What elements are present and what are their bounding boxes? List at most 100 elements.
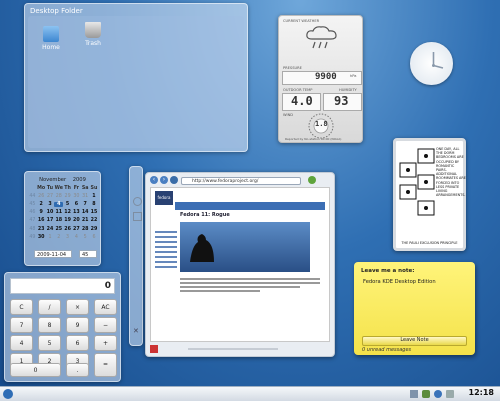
calculator-display: 0 bbox=[10, 278, 115, 294]
rotate-icon[interactable] bbox=[133, 197, 142, 206]
close-icon[interactable]: ✕ bbox=[133, 327, 139, 335]
desktop-icon-home[interactable]: Home bbox=[36, 26, 66, 51]
calendar-day[interactable]: 2 bbox=[37, 202, 46, 207]
taskbar: 12:18 bbox=[0, 386, 500, 401]
page-heading: Fedora 11: Rogue bbox=[180, 212, 230, 218]
calc-key-0[interactable]: 0 bbox=[10, 363, 61, 377]
weather-title: CURRENT WEATHER bbox=[283, 19, 320, 23]
calendar-day[interactable]: 1 bbox=[90, 194, 99, 199]
date-field[interactable]: 2009-11-04 bbox=[34, 250, 72, 258]
notifications-icon[interactable] bbox=[434, 390, 442, 398]
calendar-day[interactable]: 28 bbox=[81, 227, 90, 232]
calc-key-7[interactable]: 7 bbox=[10, 317, 33, 333]
leave-note-button[interactable]: Leave Note bbox=[362, 336, 467, 346]
calc-key-equals[interactable]: = bbox=[94, 353, 117, 377]
reload-icon[interactable] bbox=[170, 176, 178, 184]
calc-key-divide[interactable]: / bbox=[38, 299, 61, 315]
calendar-day[interactable]: 3 bbox=[63, 235, 72, 240]
calendar-day[interactable]: 27 bbox=[46, 194, 55, 199]
weekday-header: Th bbox=[64, 185, 71, 191]
calendar-day[interactable]: 1 bbox=[46, 235, 55, 240]
calendar-day[interactable]: 29 bbox=[63, 194, 72, 199]
calendar-day[interactable]: 18 bbox=[54, 218, 63, 223]
go-icon[interactable] bbox=[308, 176, 316, 184]
calendar-month[interactable]: November bbox=[39, 177, 66, 183]
bookmark-icon[interactable] bbox=[150, 345, 158, 353]
page-zoom-slider[interactable] bbox=[188, 348, 278, 350]
calc-key-6[interactable]: 6 bbox=[66, 335, 89, 351]
calendar-day[interactable]: 7 bbox=[81, 202, 90, 207]
page-sidebar-links[interactable] bbox=[155, 228, 177, 308]
desktop-icon-trash[interactable]: Trash bbox=[78, 22, 108, 47]
calendar-day[interactable]: 24 bbox=[46, 227, 55, 232]
calendar-day[interactable]: 3 bbox=[46, 202, 55, 207]
calendar-day[interactable]: 30 bbox=[37, 235, 46, 240]
calendar-day[interactable]: 11 bbox=[54, 210, 63, 215]
clipboard-icon[interactable] bbox=[446, 390, 454, 398]
calc-key-5[interactable]: 5 bbox=[38, 335, 61, 351]
desktop-icon-label: Home bbox=[42, 44, 60, 51]
calendar-day[interactable]: 8 bbox=[90, 202, 99, 207]
calendar-day-selected[interactable]: 4 bbox=[54, 201, 64, 207]
calendar-day[interactable]: 25 bbox=[54, 227, 63, 232]
calendar-day[interactable]: 12 bbox=[63, 210, 72, 215]
analog-clock-widget bbox=[410, 42, 453, 85]
calc-key-4[interactable]: 4 bbox=[10, 335, 33, 351]
system-tray-icon[interactable] bbox=[410, 390, 418, 398]
calendar-day[interactable]: 5 bbox=[81, 235, 90, 240]
calendar-day[interactable]: 14 bbox=[81, 210, 90, 215]
calc-key-8[interactable]: 8 bbox=[38, 317, 61, 333]
calendar-day[interactable]: 4 bbox=[72, 235, 81, 240]
calendar-year[interactable]: 2009 bbox=[73, 177, 86, 183]
resize-icon[interactable] bbox=[133, 212, 142, 221]
calendar-day[interactable]: 13 bbox=[72, 210, 81, 215]
comic-text: ONE DAY, ALL THE DORM BEDROOMS ARE OCCUP… bbox=[436, 147, 466, 198]
calendar-day[interactable]: 10 bbox=[46, 210, 55, 215]
calendar-day[interactable]: 2 bbox=[54, 235, 63, 240]
calendar-day[interactable]: 6 bbox=[90, 235, 99, 240]
temp-value: 4.0 bbox=[291, 94, 313, 108]
calendar-day[interactable]: 29 bbox=[90, 227, 99, 232]
calendar-day[interactable]: 30 bbox=[72, 194, 81, 199]
calendar-day[interactable]: 9 bbox=[37, 210, 46, 215]
url-bar[interactable]: http://www.fedoraproject.org/ bbox=[181, 177, 301, 185]
calendar-day[interactable]: 21 bbox=[81, 218, 90, 223]
calc-key-multiply[interactable]: × bbox=[66, 299, 89, 315]
browser-page[interactable]: fedora Fedora 11: Rogue bbox=[150, 187, 330, 342]
fedora-logo: fedora bbox=[155, 191, 173, 205]
calendar-day[interactable]: 22 bbox=[90, 218, 99, 223]
calendar-day[interactable]: 26 bbox=[63, 227, 72, 232]
calc-key-plus[interactable]: + bbox=[94, 335, 117, 351]
calendar-day[interactable]: 6 bbox=[72, 202, 81, 207]
calendar-day[interactable]: 19 bbox=[63, 218, 72, 223]
calendar-day[interactable]: 23 bbox=[37, 227, 46, 232]
note-text[interactable]: Fedora KDE Desktop Edition bbox=[363, 279, 436, 285]
week-spinbox[interactable]: 45 bbox=[79, 250, 97, 258]
application-launcher-icon[interactable] bbox=[3, 389, 13, 399]
back-icon[interactable]: ‹ bbox=[150, 176, 158, 184]
wind-label: WIND bbox=[283, 113, 294, 117]
calc-key-all-clear[interactable]: AC bbox=[94, 299, 117, 315]
forward-icon[interactable]: › bbox=[160, 176, 168, 184]
weather-widget: CURRENT WEATHER PRESSURE 9900 hPa OUTDOO… bbox=[278, 15, 363, 143]
network-icon[interactable] bbox=[422, 390, 430, 398]
browser-widget-handle[interactable]: ✕ bbox=[129, 166, 143, 346]
web-browser-widget: ‹ › http://www.fedoraproject.org/ fedora… bbox=[145, 172, 335, 357]
calendar-day[interactable]: 20 bbox=[72, 218, 81, 223]
calc-key-9[interactable]: 9 bbox=[66, 317, 89, 333]
calendar-day[interactable]: 28 bbox=[54, 194, 63, 199]
rain-cloud-icon bbox=[306, 26, 337, 49]
weekday-header: Su bbox=[90, 185, 98, 191]
calendar-day[interactable]: 26 bbox=[37, 194, 46, 199]
calendar-day[interactable]: 16 bbox=[37, 218, 46, 223]
calc-key-clear[interactable]: C bbox=[10, 299, 33, 315]
calc-key-decimal[interactable]: . bbox=[66, 363, 89, 377]
calendar-day[interactable]: 17 bbox=[46, 218, 55, 223]
calendar-day[interactable]: 31 bbox=[81, 194, 90, 199]
calendar-day[interactable]: 27 bbox=[72, 227, 81, 232]
week-number: 45 bbox=[29, 201, 36, 207]
calendar-day[interactable]: 15 bbox=[90, 210, 99, 215]
taskbar-clock[interactable]: 12:18 bbox=[469, 388, 494, 397]
calendar-day[interactable]: 5 bbox=[63, 202, 72, 207]
calc-key-minus[interactable]: − bbox=[94, 317, 117, 333]
